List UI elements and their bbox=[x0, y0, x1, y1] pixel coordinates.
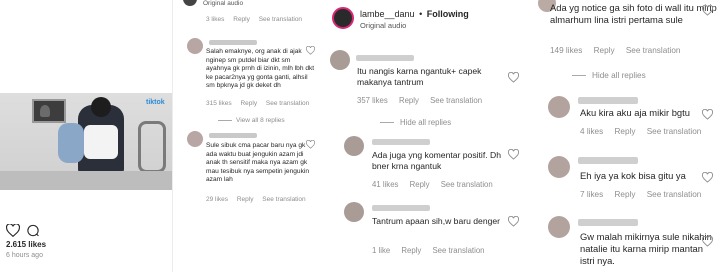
heart-icon[interactable] bbox=[306, 140, 315, 149]
heart-icon[interactable] bbox=[508, 216, 519, 227]
comments-panel-small: Original audio 3 likes Reply See transla… bbox=[172, 0, 320, 272]
account-name[interactable]: lambe__danu bbox=[360, 9, 415, 19]
reply-button[interactable]: Reply bbox=[410, 180, 430, 189]
comment-text: Tantrum apaan sih,w baru denger bbox=[372, 216, 501, 226]
username-redacted[interactable] bbox=[578, 157, 638, 164]
hide-replies-link[interactable]: Hide all replies bbox=[380, 118, 451, 127]
comment-meta: 41 likes Reply See translation bbox=[372, 180, 502, 189]
comment-text: Ada yg notice ga sih foto di wall itu mi… bbox=[550, 2, 717, 25]
heart-icon[interactable] bbox=[6, 224, 20, 237]
username-redacted[interactable] bbox=[356, 55, 414, 61]
video-man bbox=[78, 97, 124, 175]
following-button[interactable]: Following bbox=[427, 9, 469, 19]
see-translation-link[interactable]: See translation bbox=[441, 180, 493, 189]
video-watermark: tiktok bbox=[146, 99, 165, 106]
post-actions bbox=[6, 224, 66, 240]
video-floor bbox=[0, 171, 172, 190]
comment-meta: 3 likes Reply See translation bbox=[206, 16, 309, 23]
hide-replies-link[interactable]: Hide all replies bbox=[572, 71, 646, 80]
avatar[interactable] bbox=[548, 216, 570, 238]
comment-meta: 7 likes Reply See translation bbox=[580, 190, 710, 199]
likes-count[interactable]: 357 likes bbox=[357, 96, 388, 105]
see-translation-link[interactable]: See translation bbox=[647, 190, 702, 199]
wall-photo-frame bbox=[32, 99, 66, 123]
username-redacted[interactable] bbox=[209, 40, 257, 45]
see-translation-link[interactable]: See translation bbox=[626, 46, 681, 55]
reply-button[interactable]: Reply bbox=[240, 100, 257, 107]
separator-dot: • bbox=[419, 9, 423, 19]
comment-meta: 1 like Reply See translation bbox=[372, 246, 494, 255]
post-likes-count[interactable]: 2.615 likes bbox=[6, 240, 46, 249]
heart-icon[interactable] bbox=[508, 72, 519, 83]
avatar[interactable] bbox=[183, 0, 197, 6]
reply-button[interactable]: Reply bbox=[594, 46, 615, 55]
comment-text: Aku kira aku aja mikir bgtu bbox=[580, 107, 690, 118]
post-timestamp: 6 hours ago bbox=[6, 252, 43, 259]
likes-count[interactable]: 1 like bbox=[372, 246, 390, 255]
audio-label[interactable]: Original audio bbox=[203, 0, 243, 7]
username-redacted[interactable] bbox=[578, 97, 638, 104]
account-header: lambe__danu • Following bbox=[360, 9, 469, 19]
comment-text: Gw malah mikirnya sule nikahin natalie i… bbox=[580, 231, 712, 266]
see-translation-link[interactable]: See translation bbox=[259, 16, 302, 23]
avatar[interactable] bbox=[548, 156, 570, 178]
likes-count[interactable]: 3 likes bbox=[206, 16, 224, 23]
comment-text: Sule sibuk cma pacar baru nya gk ada wak… bbox=[206, 142, 309, 184]
avatar[interactable] bbox=[344, 136, 364, 156]
post-video[interactable]: tiktok bbox=[0, 93, 172, 190]
avatar[interactable] bbox=[187, 131, 203, 147]
avatar[interactable] bbox=[548, 96, 570, 118]
comments-panel-right: Ada yg notice ga sih foto di wall itu mi… bbox=[534, 0, 720, 272]
reply-button[interactable]: Reply bbox=[615, 127, 636, 136]
heart-icon[interactable] bbox=[702, 236, 713, 247]
comment-text: Ada juga yng komentar positif. Dh bner k… bbox=[372, 150, 501, 171]
reply-button[interactable]: Reply bbox=[615, 190, 636, 199]
video-stroller bbox=[138, 121, 166, 173]
avatar[interactable] bbox=[344, 202, 364, 222]
reply-button[interactable]: Reply bbox=[233, 16, 250, 23]
comment-meta: 4 likes Reply See translation bbox=[580, 127, 710, 136]
likes-count[interactable]: 41 likes bbox=[372, 180, 398, 189]
comments-panel-main: lambe__danu • Following Original audio I… bbox=[320, 0, 534, 272]
comment-icon[interactable] bbox=[26, 224, 40, 237]
username-redacted[interactable] bbox=[372, 205, 430, 211]
heart-icon[interactable] bbox=[702, 172, 713, 183]
see-translation-link[interactable]: See translation bbox=[266, 100, 309, 107]
avatar[interactable] bbox=[330, 50, 350, 70]
see-translation-link[interactable]: See translation bbox=[647, 127, 702, 136]
audio-label[interactable]: Original audio bbox=[360, 21, 406, 30]
likes-count[interactable]: 315 likes bbox=[206, 100, 232, 107]
username-redacted[interactable] bbox=[209, 133, 257, 138]
view-replies-link[interactable]: View all 8 replies bbox=[218, 117, 285, 124]
comment-text: Itu nangis karna ngantuk+ capek makanya … bbox=[357, 66, 482, 87]
comment-text: Eh iya ya kok bisa gitu ya bbox=[580, 170, 686, 181]
reply-button[interactable]: Reply bbox=[401, 246, 421, 255]
likes-count[interactable]: 29 likes bbox=[206, 196, 228, 203]
reply-button[interactable]: Reply bbox=[237, 196, 254, 203]
likes-count[interactable]: 149 likes bbox=[550, 46, 582, 55]
reply-button[interactable]: Reply bbox=[399, 96, 419, 105]
heart-icon[interactable] bbox=[702, 5, 713, 16]
likes-count[interactable]: 4 likes bbox=[580, 127, 603, 136]
see-translation-link[interactable]: See translation bbox=[262, 196, 305, 203]
comment-meta: 357 likes Reply See translation bbox=[357, 96, 491, 105]
see-translation-link[interactable]: See translation bbox=[432, 246, 484, 255]
account-avatar[interactable] bbox=[332, 7, 354, 29]
heart-icon[interactable] bbox=[508, 149, 519, 160]
comment-meta: 149 likes Reply See translation bbox=[550, 46, 689, 55]
avatar[interactable] bbox=[187, 38, 203, 54]
likes-count[interactable]: 7 likes bbox=[580, 190, 603, 199]
comment-meta: 29 likes Reply See translation bbox=[206, 196, 313, 203]
heart-icon[interactable] bbox=[306, 46, 315, 55]
username-redacted[interactable] bbox=[578, 219, 638, 226]
post-media-panel: tiktok 2.615 likes 6 hours ago bbox=[0, 0, 172, 272]
see-translation-link[interactable]: See translation bbox=[430, 96, 482, 105]
heart-icon[interactable] bbox=[702, 109, 713, 120]
video-child bbox=[58, 123, 84, 163]
comment-meta: 315 likes Reply See translation bbox=[206, 100, 316, 107]
comment-text: Salah emaknye, org anak di ajak nginep s… bbox=[206, 48, 315, 90]
username-redacted[interactable] bbox=[372, 139, 430, 145]
